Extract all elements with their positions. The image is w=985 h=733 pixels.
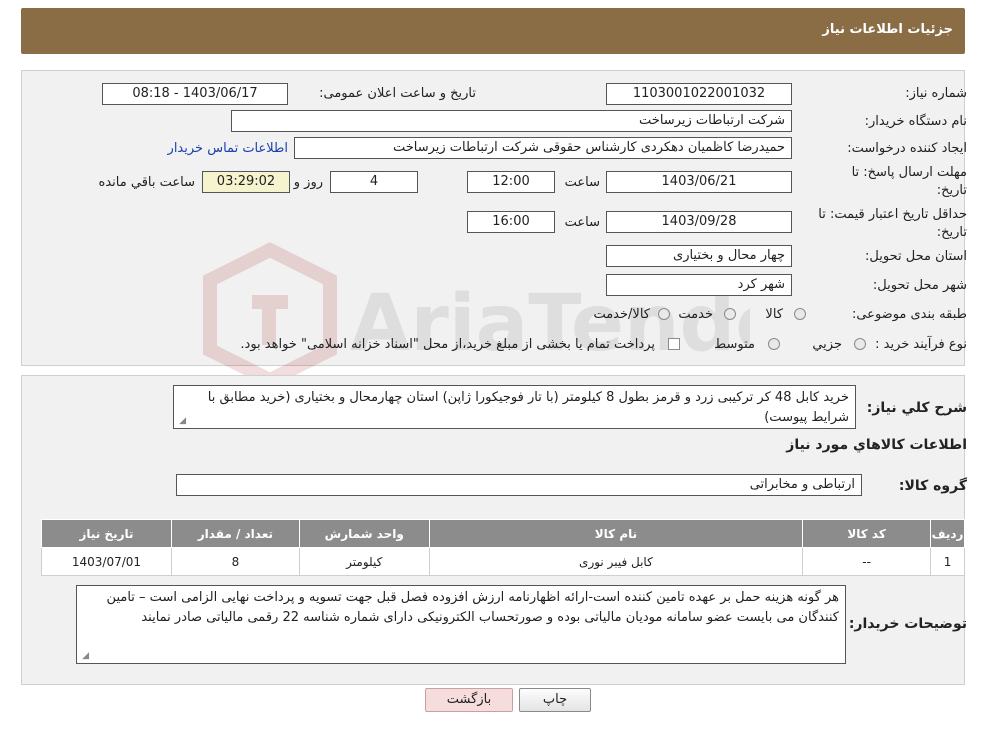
validity-time-field: 16:00 [467,211,555,233]
city-label: شهر محل تحویل: [872,278,967,293]
cell-item-code: -- [802,547,932,576]
province-field: چهار محال و بختیاری [606,245,792,267]
remaining-time-label: ساعت باقي مانده [98,175,195,190]
print-button[interactable]: چاپ [519,688,591,712]
process-option-minor: جزیي [812,337,842,352]
announce-label: تاریخ و ساعت اعلان عمومی: [319,86,476,101]
items-table-container: رديف کد کالا نام کالا واحد شمارش تعداد /… [41,519,965,576]
deadline-time-field: 12:00 [467,171,555,193]
table-header-row: رديف کد کالا نام کالا واحد شمارش تعداد /… [41,519,965,548]
description-text: خرید کابل 48 کر ترکیبی زرد و قرمز بطول 8… [207,390,849,425]
validity-time-label: ساعت [564,215,600,230]
goods-group-field: ارتباطی و مخابراتی [176,474,862,496]
cell-unit: کیلومتر [298,547,430,576]
buyer-org-field: شرکت ارتباطات زیرساخت [231,110,792,132]
treasury-payment-checkbox[interactable] [668,338,680,350]
goods-section-title: اطلاعات کالاهاي مورد نياز [786,437,967,453]
cell-quantity: 8 [170,547,300,576]
description-textarea[interactable]: خرید کابل 48 کر ترکیبی زرد و قرمز بطول 8… [173,385,856,429]
goods-group-label: گروه کالا: [898,478,967,494]
announce-field: 1403/06/17 - 08:18 [102,83,288,105]
col-header-row-number: رديف [930,519,965,548]
category-option-service: خدمت [678,307,713,322]
treasury-payment-note: پرداخت تمام یا بخشی از مبلغ خرید،از محل … [240,337,655,352]
province-label: استان محل تحویل: [865,249,967,264]
buyer-contact-link[interactable]: اطلاعات تماس خریدار [168,141,288,156]
col-header-need-date: تاریخ نیاز [41,519,172,548]
deadline-label-1: مهلت ارسال پاسخ: تا [851,165,967,180]
need-number-label: شماره نیاز: [905,86,967,101]
process-option-medium: متوسط [714,337,755,352]
process-label: نوع فرآیند خرید : [875,337,967,352]
creator-label: ایجاد کننده درخواست: [847,141,967,156]
deadline-time-label: ساعت [564,175,600,190]
page-title: جزئیات اطلاعات نیاز [822,22,953,37]
page-header: جزئیات اطلاعات نیاز [21,8,965,54]
city-field: شهر کرد [606,274,792,296]
creator-field: حمیدرضا کاظمیان دهکردی کارشناس حقوقی شرک… [294,137,792,159]
col-header-unit: واحد شمارش [298,519,430,548]
need-number-field: 1103001022001032 [606,83,792,105]
category-label: طبقه بندی موضوعی: [851,307,967,322]
description-label: شرح کلي نياز: [866,400,967,416]
col-header-item-code: کد کالا [802,519,932,548]
back-button[interactable]: بازگشت [425,688,513,712]
buyer-notes-textarea[interactable]: هر گونه هزینه حمل بر عهده تامین کننده اس… [76,585,846,664]
buyer-notes-label: توضیحات خریدار: [848,616,967,632]
category-option-goods: کالا [765,307,783,322]
days-remaining-field: 4 [330,171,418,193]
table-row: 1 -- کابل فیبر نوری کیلومتر 8 1403/07/01 [41,547,965,576]
buyer-org-label: نام دستگاه خریدار: [864,114,967,129]
deadline-label-2: تاریخ: [936,183,967,198]
items-table: رديف کد کالا نام کالا واحد شمارش تعداد /… [41,519,965,576]
cell-need-date: 1403/07/01 [41,547,172,576]
validity-label-2: تاریخ: [936,225,967,240]
resize-grip-icon[interactable]: ◢ [79,651,89,661]
days-label: روز و [293,175,323,190]
validity-label-1: حداقل تاریخ اعتبار قیمت: تا [818,207,967,222]
col-header-item-name: نام کالا [428,519,804,548]
category-radio-both[interactable] [658,308,670,320]
category-radio-goods[interactable] [794,308,806,320]
resize-grip-icon[interactable]: ◢ [176,416,186,426]
process-radio-medium[interactable] [768,338,780,350]
deadline-date-field: 1403/06/21 [606,171,792,193]
cell-row-number: 1 [930,547,965,576]
col-header-quantity: تعداد / مقدار [170,519,300,548]
category-radio-service[interactable] [724,308,736,320]
cell-item-name: کابل فیبر نوری [428,547,804,576]
buyer-notes-text: هر گونه هزینه حمل بر عهده تامین کننده اس… [106,590,839,625]
category-option-both: کالا/خدمت [593,307,650,322]
remaining-time-field: 03:29:02 [202,171,290,193]
validity-date-field: 1403/09/28 [606,211,792,233]
process-radio-minor[interactable] [854,338,866,350]
